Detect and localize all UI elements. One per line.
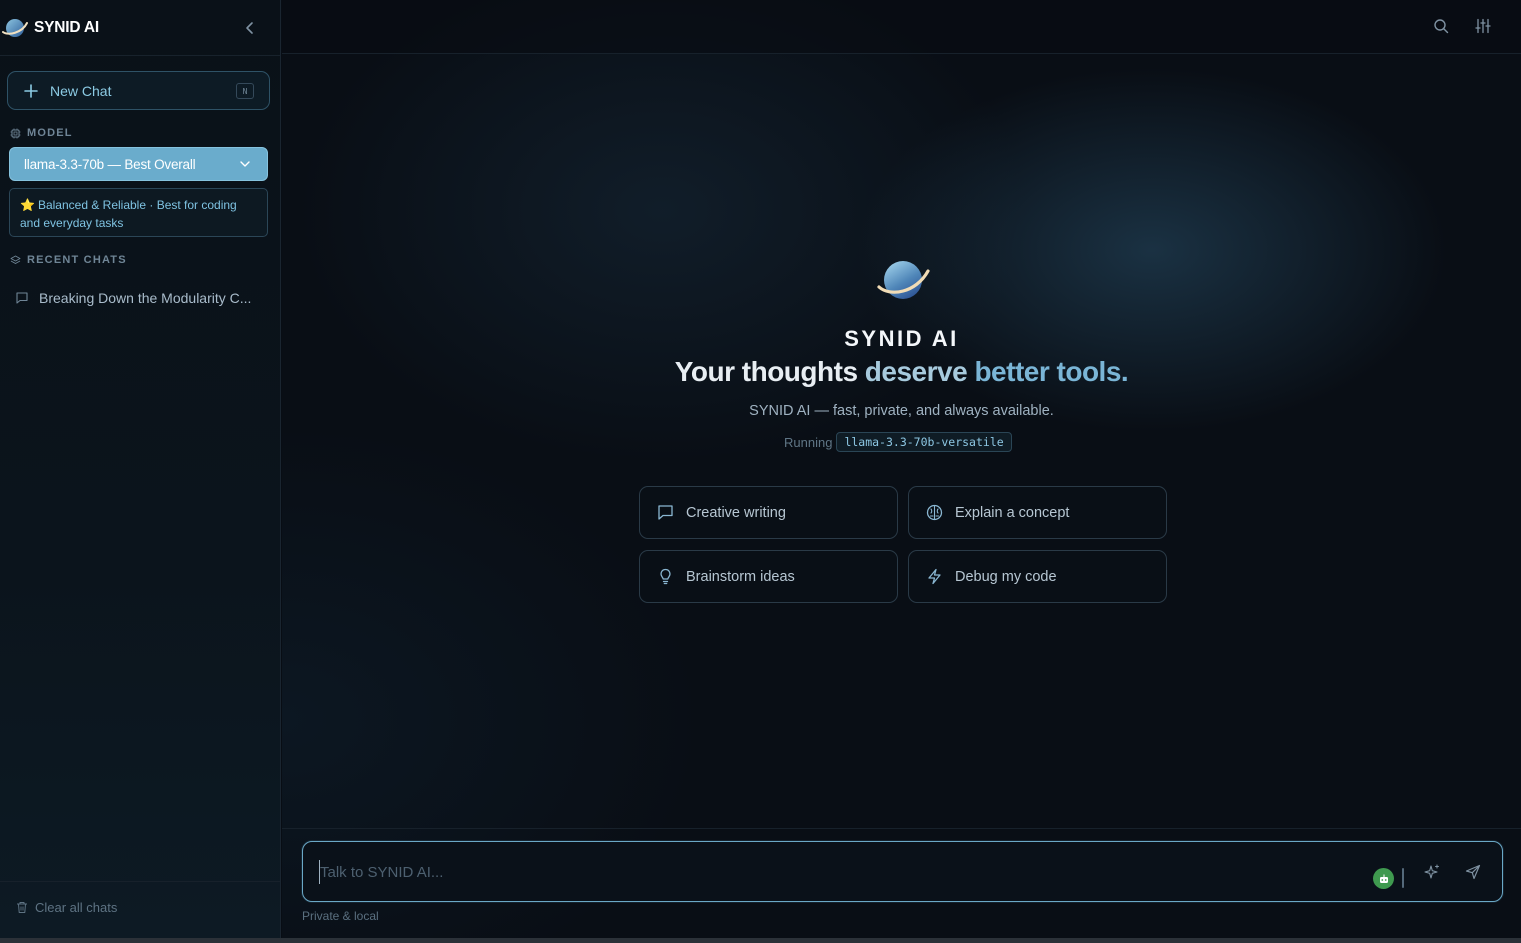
shortcut-badge: N (236, 83, 254, 99)
layers-icon (10, 255, 21, 264)
sidebar: SYNID AI New Chat N MODEL llama-3.3-70b … (0, 0, 281, 938)
recent-section-label: RECENT CHATS (10, 254, 127, 266)
model-description-text: Balanced & Reliable · Best for coding an… (20, 198, 237, 230)
cpu-icon (10, 128, 21, 138)
chevron-down-icon (240, 161, 250, 167)
model-select[interactable]: llama-3.3-70b — Best Overall (9, 147, 268, 181)
new-chat-label: New Chat (50, 82, 112, 99)
sidebar-header: SYNID AI (0, 0, 280, 56)
lightbulb-icon (660, 568, 671, 585)
clear-all-chats-label: Clear all chats (35, 900, 118, 915)
composer-footnote: Private & local (302, 909, 379, 923)
recent-chat-item[interactable]: Breaking Down the Modularity C... (9, 283, 268, 313)
running-model-info: Running llama-3.3-70b-versatile (784, 432, 1012, 452)
running-label: Running (784, 434, 833, 450)
new-chat-button[interactable]: New Chat N (7, 71, 270, 110)
model-select-value: llama-3.3-70b — Best Overall (24, 156, 196, 172)
suggestion-creative-writing[interactable]: Creative writing (639, 486, 898, 539)
recent-section-text: RECENT CHATS (27, 254, 127, 266)
star-icon: ⭐ (20, 198, 35, 212)
composer-box (302, 841, 1503, 902)
model-description: ⭐ Balanced & Reliable · Best for coding a… (9, 188, 268, 237)
model-section-label: MODEL (10, 127, 73, 139)
sidebar-brand: SYNID AI (34, 18, 100, 36)
collapse-sidebar-button[interactable] (242, 19, 258, 37)
enhance-prompt-button[interactable] (1422, 862, 1442, 882)
settings-button[interactable] (1473, 16, 1493, 36)
send-icon (1465, 864, 1481, 880)
plus-icon (24, 83, 38, 98)
composer-divider (1402, 868, 1404, 888)
trash-icon (17, 902, 27, 913)
chat-icon (658, 505, 673, 520)
headline-part-3: better tools. (974, 356, 1129, 387)
bolt-icon (928, 568, 941, 585)
brain-icon (926, 504, 943, 521)
model-section-text: MODEL (27, 127, 73, 139)
top-bar (282, 0, 1521, 54)
suggestion-label: Creative writing (686, 504, 786, 521)
main-area: SYNID AI Your thoughts deserve better to… (282, 0, 1521, 938)
recent-chat-title: Breaking Down the Modularity C... (39, 290, 252, 306)
suggestion-label: Explain a concept (955, 504, 1070, 521)
chevron-left-icon (246, 22, 253, 34)
search-icon (1434, 19, 1449, 34)
bot-status-badge[interactable] (1373, 868, 1394, 889)
sparkle-icon (1424, 864, 1439, 879)
robot-icon (1379, 874, 1388, 883)
suggestion-debug-code[interactable]: Debug my code (908, 550, 1167, 603)
window-bottom-edge (0, 938, 1521, 943)
running-model-badge: llama-3.3-70b-versatile (836, 432, 1012, 452)
hero-headline: Your thoughts deserve better tools. (282, 356, 1521, 388)
send-button[interactable] (1463, 862, 1483, 882)
hero-subtitle: SYNID AI — fast, private, and always ava… (749, 403, 1054, 419)
suggestion-explain-concept[interactable]: Explain a concept (908, 486, 1167, 539)
planet-hero-icon (877, 261, 930, 299)
planet-logo-icon (2, 18, 28, 37)
headline-part-1: Your thoughts (674, 356, 858, 387)
hero-brand: SYNID AI (844, 326, 959, 351)
headline-part-2: deserve (864, 356, 968, 387)
clear-all-chats-button[interactable]: Clear all chats (16, 900, 117, 915)
chat-bubble-icon (16, 292, 28, 304)
message-input[interactable] (319, 860, 1349, 884)
sliders-icon (1475, 18, 1491, 34)
suggestion-label: Brainstorm ideas (686, 568, 795, 585)
suggestion-brainstorm[interactable]: Brainstorm ideas (639, 550, 898, 603)
sidebar-footer: Clear all chats (0, 881, 280, 938)
suggestion-label: Debug my code (955, 568, 1057, 585)
search-button[interactable] (1431, 16, 1451, 36)
composer-area: Private & local (282, 828, 1521, 938)
